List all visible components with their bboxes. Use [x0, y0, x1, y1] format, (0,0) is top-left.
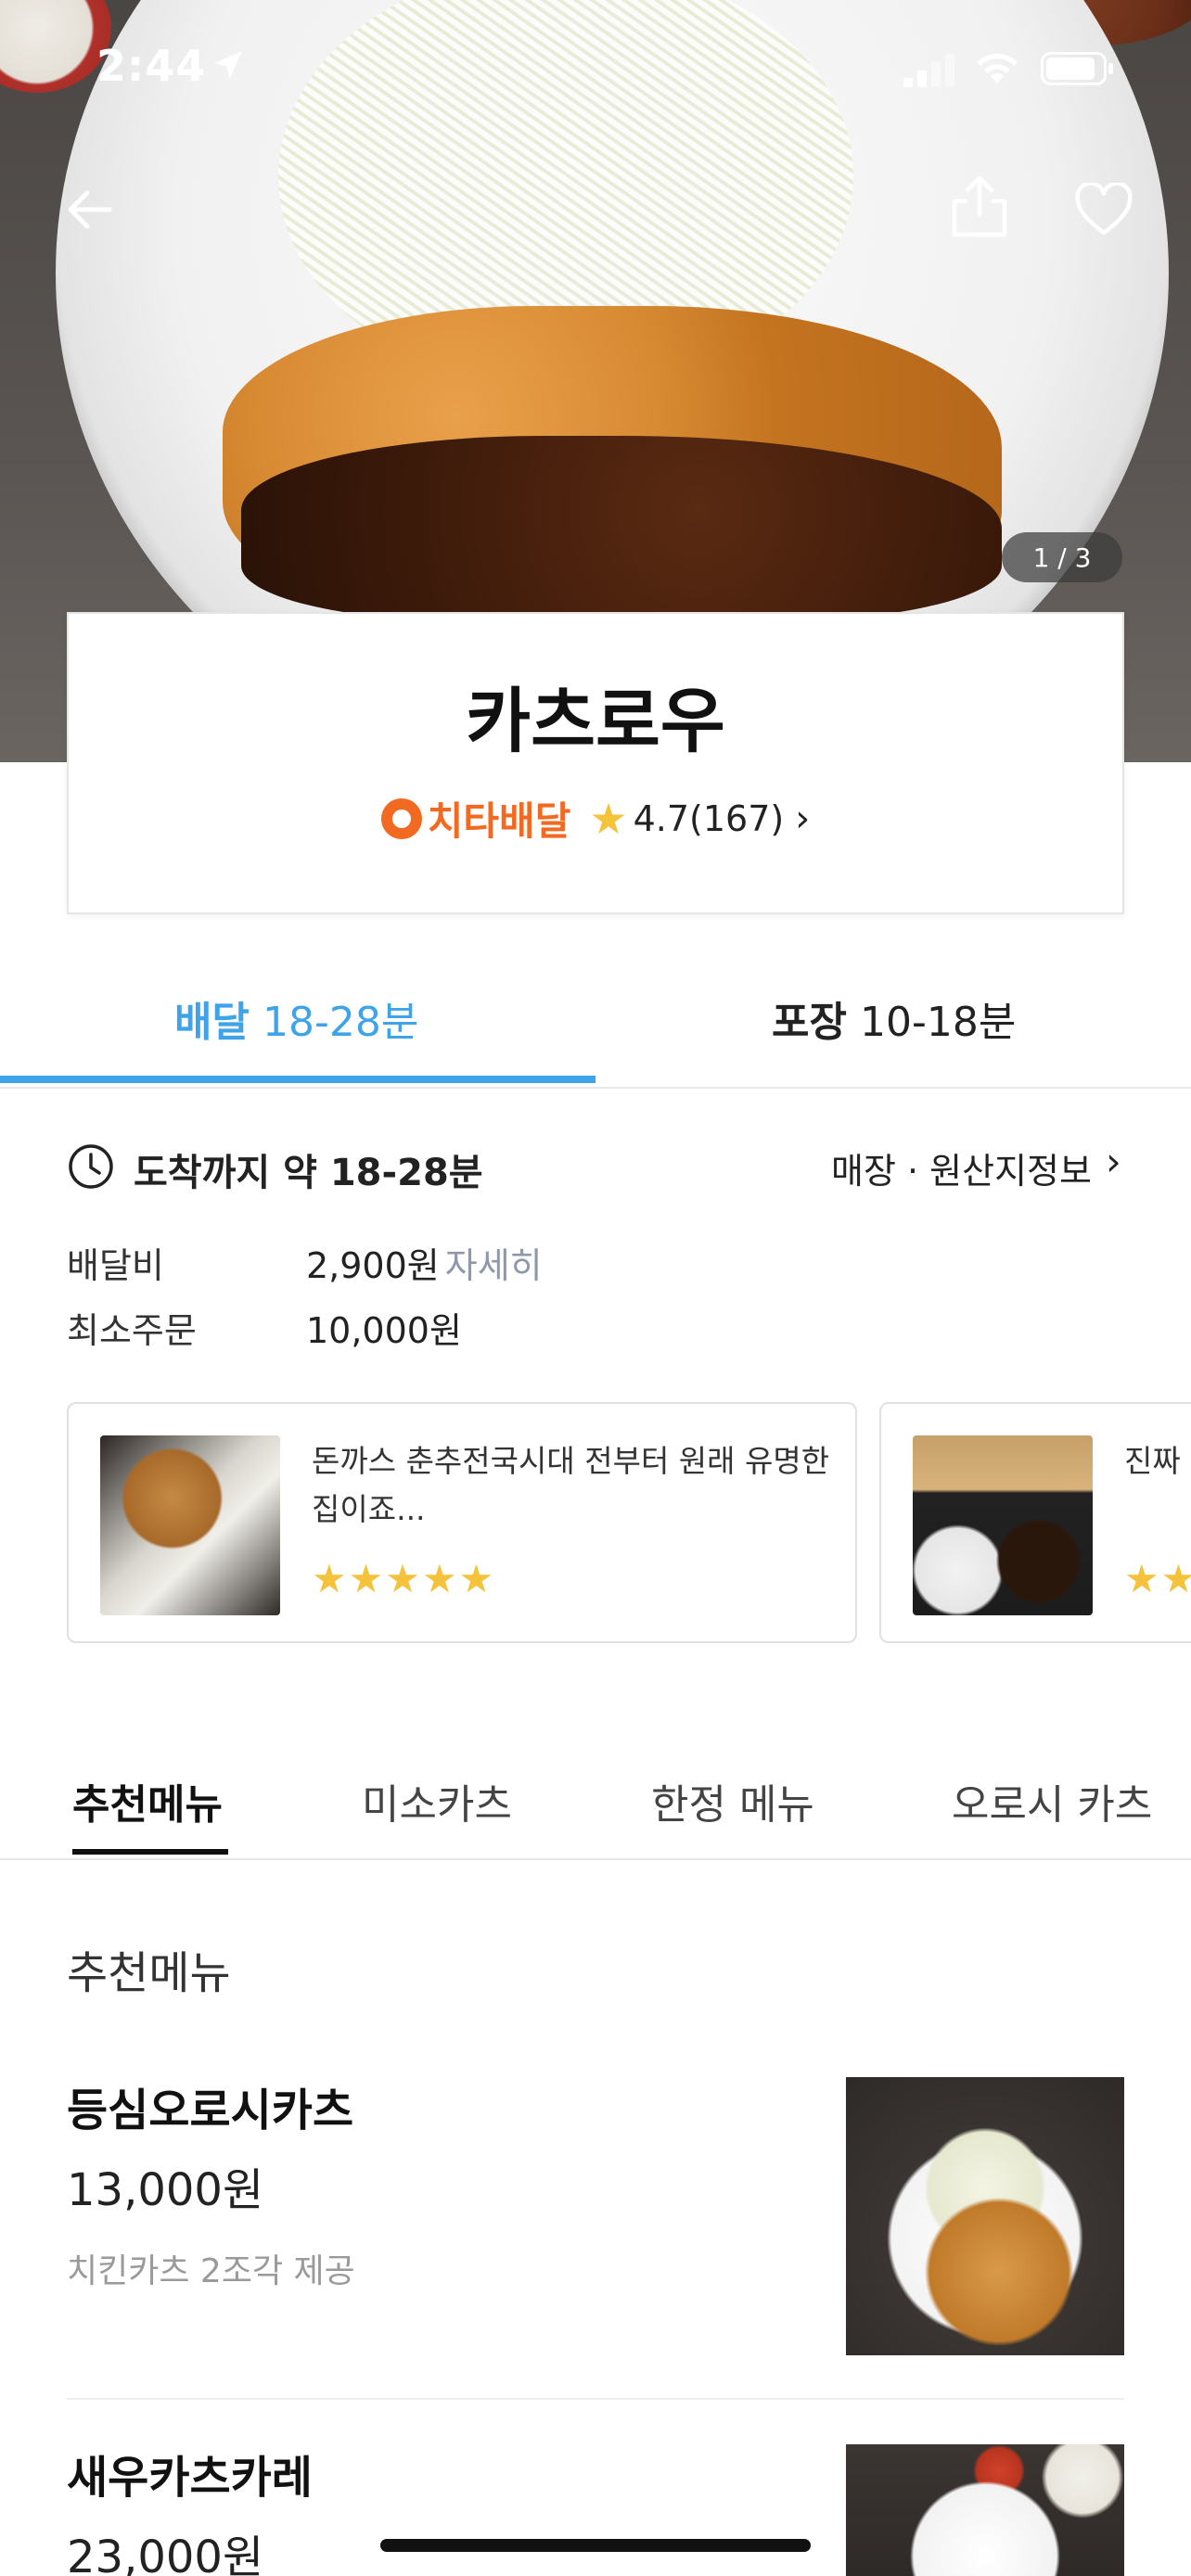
- tab-pickup-time: 10-18분: [859, 999, 1017, 1046]
- menu-item-image: [846, 2077, 1124, 2355]
- menu-item-price: 13,000원: [67, 2164, 264, 2216]
- favorite-button[interactable]: [1067, 172, 1141, 247]
- tab-miso-katsu[interactable]: 미소카츠: [362, 1771, 512, 1830]
- review-card[interactable]: 돈까스 춘추전국시대 전부터 원래 유명한 집이죠... ★★★★★: [67, 1402, 857, 1643]
- delivery-fee: 2,900원 자세히: [306, 1237, 543, 1288]
- menu-item-description: 치킨카츠 2조각 제공: [67, 2252, 355, 2290]
- tab-recommended[interactable]: 추천메뉴: [72, 1771, 223, 1830]
- back-arrow-icon: [68, 190, 112, 229]
- cheetah-delivery-badge: 치타배달: [380, 790, 571, 847]
- location-arrow-icon: [214, 51, 242, 79]
- share-button[interactable]: [942, 169, 1017, 243]
- review-photo: [100, 1435, 280, 1615]
- menu-item-name: 새우카츠카레: [67, 2452, 313, 2504]
- image-counter: 1 / 3: [1002, 532, 1122, 582]
- cellular-signal-icon: [903, 54, 954, 87]
- tab-delivery[interactable]: 배달 18-28분: [174, 988, 418, 1048]
- clock-icon: [69, 1144, 113, 1189]
- tab-oroshi-katsu[interactable]: 오로시 카츠: [952, 1771, 1152, 1830]
- delivery-mode-tabs: 배달 18-28분 포장 10-18분: [0, 937, 1191, 1089]
- heart-icon: [1075, 183, 1133, 236]
- min-order-value: 10,000원: [306, 1310, 462, 1351]
- chevron-right-icon[interactable]: ›: [1106, 1139, 1121, 1184]
- status-time: 2:44: [96, 41, 207, 91]
- section-title: 추천메뉴: [67, 1947, 231, 1999]
- divider: [67, 2398, 1124, 2400]
- cheetah-logo-icon: [380, 797, 422, 839]
- review-stars: ★★: [1124, 1556, 1191, 1601]
- menu-category-tabs: 추천메뉴 미소카츠 한정 메뉴 오로시 카츠: [0, 1725, 1191, 1860]
- star-icon: ★: [589, 793, 628, 844]
- review-stars: ★★★★★: [312, 1556, 496, 1601]
- tab-pickup-label: 포장: [772, 999, 847, 1046]
- review-text: 돈까스 춘추전국시대 전부터 원래 유명한 집이죠...: [312, 1443, 830, 1527]
- share-icon: [952, 175, 1007, 237]
- rating-row[interactable]: 치타배달 ★ 4.7(167) ›: [69, 790, 1122, 847]
- battery-icon: [1041, 52, 1113, 85]
- sauce-image: [241, 436, 1002, 621]
- review-photo: [913, 1435, 1093, 1615]
- rating-value: 4.7(167): [633, 797, 785, 839]
- tab-limited-menu[interactable]: 한정 메뉴: [651, 1771, 814, 1830]
- chevron-right-icon: ›: [795, 797, 811, 840]
- review-card[interactable]: 진짜 ★★: [879, 1402, 1191, 1643]
- store-name: 카츠로우: [466, 680, 725, 762]
- cheetah-badge-label: 치타배달: [427, 798, 571, 844]
- store-info-card: 카츠로우 치타배달 ★ 4.7(167) ›: [67, 612, 1124, 914]
- tab-delivery-label: 배달: [174, 999, 250, 1046]
- status-bar: 2:44: [0, 0, 1191, 130]
- home-indicator[interactable]: [380, 2539, 811, 2552]
- review-text: 진짜: [1124, 1443, 1181, 1479]
- tab-pickup[interactable]: 포장 10-18분: [772, 988, 1016, 1048]
- delivery-fee-label: 배달비: [67, 1245, 164, 1286]
- menu-item-name: 등심오로시카츠: [67, 2085, 354, 2136]
- menu-item-price: 23,000원: [67, 2531, 264, 2576]
- arrival-time: 도착까지 약 18-28분: [134, 1152, 483, 1194]
- delivery-fee-value: 2,900원: [306, 1245, 440, 1286]
- back-button[interactable]: [54, 172, 128, 247]
- tab-delivery-time: 18-28분: [262, 999, 419, 1046]
- active-tab-indicator: [0, 1076, 596, 1083]
- active-category-indicator: [72, 1849, 228, 1855]
- wifi-icon: [977, 53, 1018, 83]
- store-origin-info-link[interactable]: 매장 · 원산지정보: [831, 1142, 1092, 1193]
- delivery-fee-detail-link[interactable]: 자세히: [445, 1245, 543, 1286]
- menu-item-image: [846, 2444, 1124, 2576]
- min-order-label: 최소주문: [67, 1310, 197, 1351]
